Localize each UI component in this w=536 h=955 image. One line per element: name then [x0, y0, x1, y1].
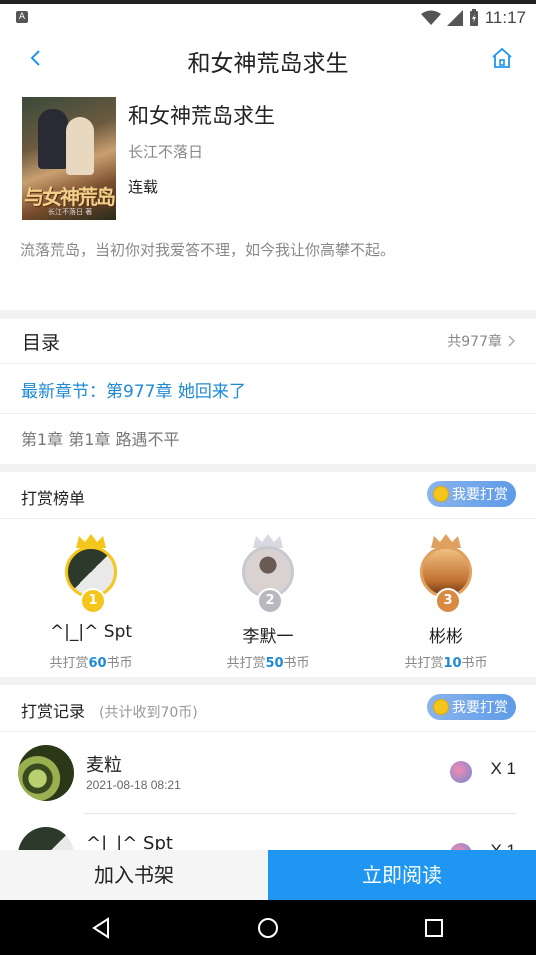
rank-amount-value: 60 [88, 656, 107, 671]
rank-amount-value: 50 [265, 656, 284, 671]
rank-amount-unit: 书币 [461, 656, 488, 671]
book-status: 连载 [128, 178, 159, 196]
cover-figure-female [66, 117, 94, 175]
rank-name: ^|_|^ Spt [49, 622, 133, 642]
rank-badge-silver: 2 [257, 588, 283, 614]
wifi-icon [420, 10, 441, 25]
rank-amount: 共打赏60书币 [2, 652, 180, 671]
record-date: 2021-08-18 08:21 [86, 778, 181, 792]
rank-entry-3[interactable]: 3 彬彬 共打赏10书币 [357, 534, 535, 674]
records-header: 打赏记录 (共计收到70币) 我要打赏 [0, 685, 536, 732]
battery-icon [469, 9, 478, 26]
catalog-header[interactable]: 目录 共977章 [0, 319, 536, 364]
page-title: 和女神荒岛求生 [187, 51, 349, 77]
catalog-total[interactable]: 共977章 [447, 331, 516, 351]
clock: 11:17 [484, 8, 526, 27]
rank-amount-prefix: 共打赏 [404, 656, 444, 671]
rank-entry-1[interactable]: 1 ^|_|^ Spt 共打赏60书币 [2, 534, 180, 674]
tip-records-section: 打赏记录 (共计收到70币) 我要打赏 麦粒 2021-08-18 08:21 X… [0, 685, 536, 855]
nav-back-icon[interactable] [88, 914, 116, 942]
record-name: 麦粒 [86, 755, 122, 776]
rank-badge-gold: 1 [80, 588, 106, 614]
records-title: 打赏记录 (共计收到70币) [21, 698, 198, 722]
avatar [18, 745, 74, 801]
latest-chapter-link[interactable]: 最新章节：第977章 她回来了 [21, 377, 246, 402]
rank-amount-prefix: 共打赏 [226, 656, 266, 671]
latest-chapter-row[interactable]: 最新章节：第977章 她回来了 [0, 364, 536, 414]
tip-button-label: 我要打赏 [452, 700, 508, 716]
list-item[interactable]: 麦粒 2021-08-18 08:21 X 1 [0, 731, 536, 813]
app-notification-icon: A [16, 11, 28, 23]
cover-title-art: 与女神荒岛 [24, 185, 116, 209]
tip-button-label: 我要打赏 [452, 487, 508, 503]
book-author[interactable]: 长江不落日 [128, 141, 203, 162]
bottom-action-bar: 加入书架 立即阅读 [0, 850, 536, 900]
cover-author-text: 长江不落日 著 [48, 208, 93, 216]
first-chapter-link[interactable]: 第1章 第1章 路遇不平 [21, 426, 180, 450]
status-icons: 11:17 [420, 6, 526, 30]
book-description: 流落荒岛，当初你对我爱答不理，如今我让你高攀不起。 [20, 241, 396, 259]
rank-amount-unit: 书币 [106, 656, 133, 671]
rank-amount: 共打赏10书币 [357, 652, 535, 671]
book-cover-image[interactable]: 与女神荒岛 长江不落日 著 [22, 97, 116, 220]
records-title-text: 打赏记录 [21, 702, 86, 721]
rank-badge-bronze: 3 [435, 588, 461, 614]
rank-amount-value: 10 [443, 656, 462, 671]
book-info-section: 与女神荒岛 长江不落日 著 和女神荒岛求生 长江不落日 连载 流落荒岛，当初你对… [0, 84, 536, 310]
nav-home-icon[interactable] [254, 914, 282, 942]
coin-icon [433, 486, 449, 502]
coin-icon [433, 699, 449, 715]
list-item[interactable]: ^|_|^ Spt X 1 [0, 813, 536, 855]
nav-recents-icon[interactable] [420, 914, 448, 942]
record-count: X 1 [490, 759, 516, 778]
catalog-title: 目录 [22, 332, 61, 354]
signal-icon [446, 10, 463, 26]
rank-name: 李默一 [242, 627, 294, 647]
cover-figure-male [38, 109, 68, 169]
read-now-button[interactable]: 立即阅读 [268, 850, 536, 900]
chevron-right-icon [508, 335, 516, 347]
records-subtitle: (共计收到70币) [99, 705, 198, 721]
book-name: 和女神荒岛求生 [128, 104, 275, 128]
rank-name: 彬彬 [429, 627, 463, 647]
catalog-total-label: 共977章 [447, 334, 502, 350]
rank-entry-2[interactable]: 2 李默一 共打赏50书币 [179, 534, 357, 674]
add-to-shelf-button[interactable]: 加入书架 [0, 850, 268, 900]
catalog-section: 目录 共977章 最新章节：第977章 她回来了 第1章 第1章 路遇不平 [0, 319, 536, 464]
gift-icon [450, 761, 472, 783]
tip-button[interactable]: 我要打赏 [427, 481, 516, 507]
status-bar: A 11:17 [0, 0, 536, 36]
rank-amount-unit: 书币 [283, 656, 310, 671]
tip-ranking-section: 打赏榜单 我要打赏 1 ^|_|^ Spt 共打赏60书币 2 李默一 共打赏5… [0, 472, 536, 677]
ranking-header: 打赏榜单 我要打赏 [0, 472, 536, 519]
status-bar-edge [0, 0, 536, 4]
tip-button[interactable]: 我要打赏 [427, 694, 516, 720]
first-chapter-row[interactable]: 第1章 第1章 路遇不平 [0, 414, 536, 463]
home-icon[interactable] [490, 46, 514, 70]
top-nav: 和女神荒岛求生 [0, 36, 536, 84]
rank-amount: 共打赏50书币 [179, 652, 357, 671]
ranking-title: 打赏榜单 [21, 489, 86, 508]
rank-amount-prefix: 共打赏 [49, 656, 89, 671]
system-nav-bar [0, 900, 536, 955]
